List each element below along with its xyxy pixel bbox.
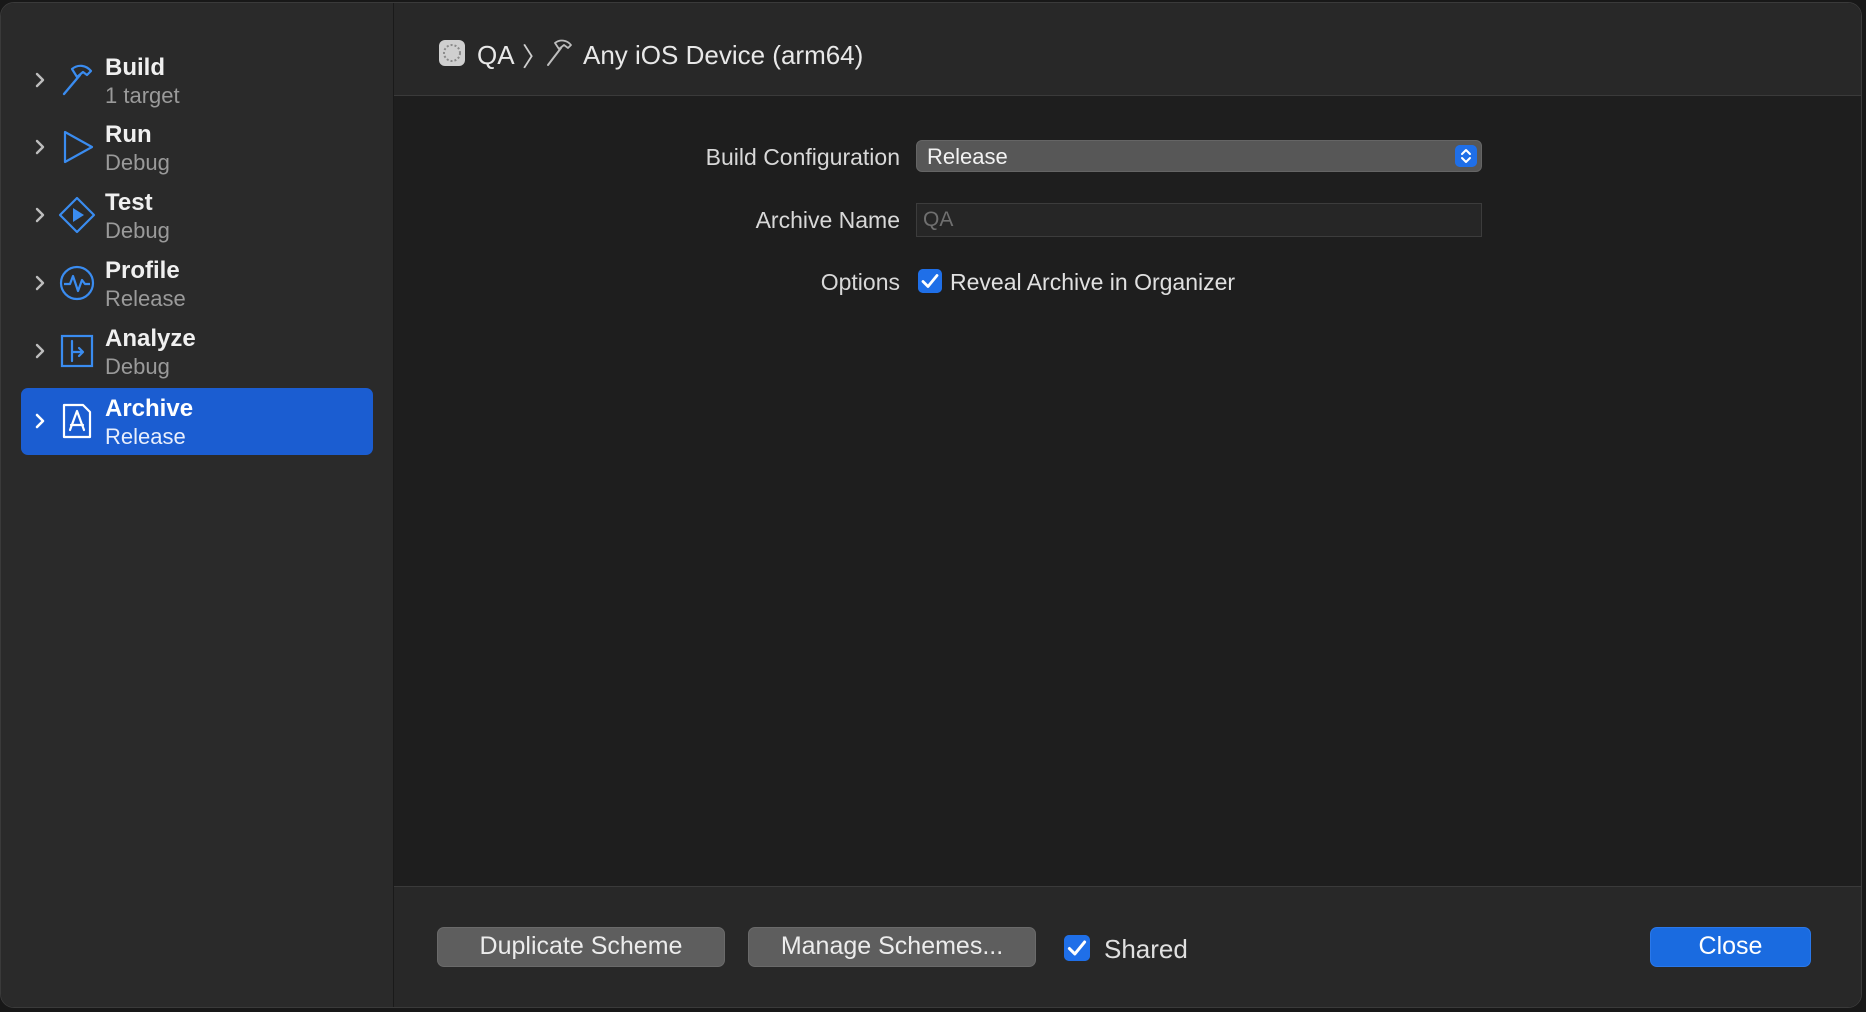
- chevron-right-icon[interactable]: [29, 272, 51, 294]
- sidebar-item-label: Test: [105, 189, 153, 216]
- close-button[interactable]: Close: [1650, 927, 1811, 967]
- sidebar-item-label: Profile: [105, 257, 180, 284]
- footer-bar: Duplicate Scheme Manage Schemes... Share…: [394, 886, 1861, 1007]
- reveal-archive-checkbox[interactable]: [918, 269, 942, 293]
- sidebar-item-profile[interactable]: Profile Release: [21, 250, 373, 317]
- sidebar-item-label: Build: [105, 54, 165, 81]
- analyze-icon: [60, 334, 94, 368]
- sidebar-item-archive[interactable]: Archive Release: [21, 388, 373, 455]
- sidebar-item-build[interactable]: Build 1 target: [21, 47, 373, 114]
- sidebar-item-subtitle: Release: [105, 286, 186, 311]
- sidebar-item-subtitle: Debug: [105, 218, 170, 243]
- sidebar: Build 1 target Run Debug Test Debug Prof…: [1, 3, 394, 1007]
- archive-name-field[interactable]: [916, 203, 1482, 237]
- options-label: Options: [820, 269, 900, 295]
- chevron-right-icon[interactable]: [29, 136, 51, 158]
- scheme-editor-window: Build 1 target Run Debug Test Debug Prof…: [0, 2, 1862, 1008]
- reveal-archive-label[interactable]: Reveal Archive in Organizer: [950, 269, 1235, 296]
- manage-schemes-button[interactable]: Manage Schemes...: [748, 927, 1036, 967]
- sidebar-item-test[interactable]: Test Debug: [21, 182, 373, 249]
- shared-checkbox[interactable]: [1064, 935, 1090, 961]
- hammer-icon: [62, 64, 93, 96]
- build-configuration-label: Build Configuration: [705, 144, 900, 170]
- sidebar-item-subtitle: Debug: [105, 354, 170, 379]
- sidebar-item-subtitle: Release: [105, 424, 186, 449]
- build-configuration-value: Release: [927, 144, 1008, 169]
- duplicate-scheme-button[interactable]: Duplicate Scheme: [437, 927, 725, 967]
- build-configuration-select[interactable]: Release: [916, 140, 1482, 172]
- archive-name-input[interactable]: [917, 204, 1481, 236]
- profile-gauge-icon: [59, 265, 95, 301]
- chevron-up-down-icon[interactable]: [1455, 145, 1477, 167]
- sidebar-item-run[interactable]: Run Debug: [21, 114, 373, 181]
- main-panel: QA 〉 Any iOS Device (arm64) Build Config…: [394, 3, 1861, 1007]
- chevron-right-icon[interactable]: [29, 69, 51, 91]
- chevron-right-icon[interactable]: [29, 204, 51, 226]
- sidebar-item-subtitle: 1 target: [105, 83, 180, 108]
- sidebar-item-label: Analyze: [105, 325, 196, 352]
- archive-name-label: Archive Name: [755, 207, 900, 233]
- form-labels: Build Configuration Archive Name Options: [394, 3, 900, 303]
- shared-label[interactable]: Shared: [1104, 934, 1188, 965]
- sidebar-item-analyze[interactable]: Analyze Debug: [21, 318, 373, 385]
- chevron-right-icon[interactable]: [29, 410, 51, 432]
- chevron-right-icon[interactable]: [29, 340, 51, 362]
- sidebar-item-label: Run: [105, 121, 152, 148]
- archive-appstore-icon: [62, 403, 92, 439]
- sidebar-item-subtitle: Debug: [105, 150, 170, 175]
- test-diamond-icon: [58, 196, 96, 234]
- sidebar-item-label: Archive: [105, 395, 194, 422]
- play-icon: [63, 130, 94, 164]
